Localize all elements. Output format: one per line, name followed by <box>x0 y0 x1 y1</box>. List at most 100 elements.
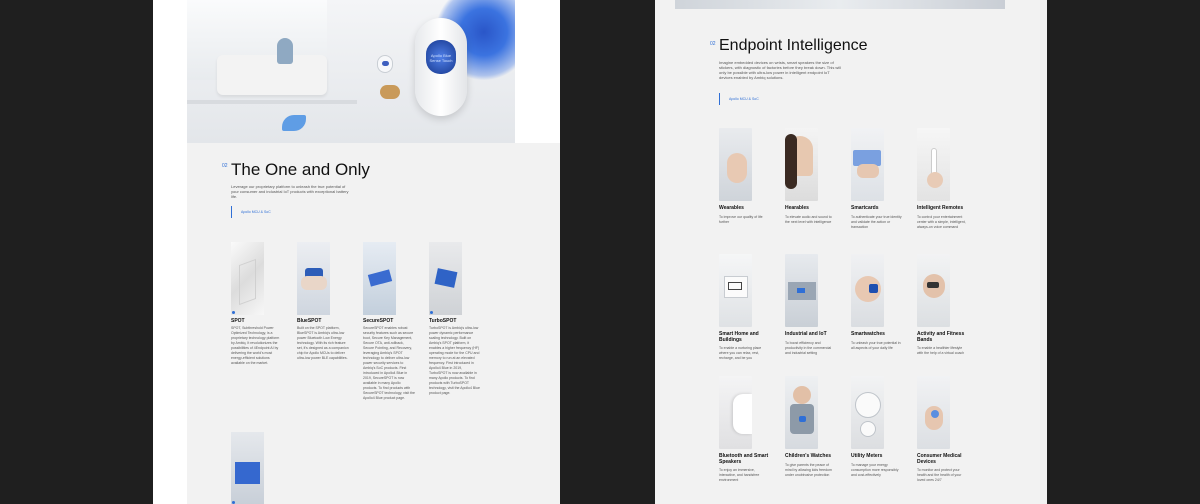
device-name: Intelligent Remotes <box>917 205 964 211</box>
smartcards-image <box>851 128 884 201</box>
turbospot-image <box>429 242 462 315</box>
smartcards-hand <box>857 164 879 178</box>
device-card-childrens-watches[interactable]: Children's Watches To give parents the p… <box>785 376 840 478</box>
section-number: 02 <box>222 163 228 169</box>
product-card-spot[interactable]: SPOT SPOT, Subthreshold Power Optimized … <box>231 242 291 366</box>
fitness-band <box>927 282 939 288</box>
wearables-wrist <box>727 153 747 183</box>
hero-table <box>187 100 357 104</box>
device-name: Smartcards <box>851 205 879 211</box>
section-number: 02 <box>710 41 716 47</box>
securespot-image <box>363 242 396 315</box>
extra-board <box>235 462 260 484</box>
device-description: To give parents the peace of mind by all… <box>785 462 832 477</box>
product-name: TurboSPOT <box>429 318 457 324</box>
child-face <box>793 386 811 404</box>
product-name: SecureSPOT <box>363 318 394 324</box>
intelligent-remotes-image <box>917 128 950 201</box>
product-description: TurboSPOT is Ambiq's ultra-low power dyn… <box>429 326 480 395</box>
spot-shape <box>239 258 256 306</box>
device-card-smartwatches[interactable]: Smartwatches To unleash your true potent… <box>851 254 906 351</box>
childrens-watches-image <box>785 376 818 449</box>
device-description: To improve our quality of life further <box>719 214 763 224</box>
product-description: Built on the SPOT platform, BlueSPOT is … <box>297 326 349 360</box>
bluespot-hand <box>301 276 327 290</box>
section-title: Endpoint Intelligence <box>719 37 868 54</box>
product-name: SPOT <box>231 318 245 324</box>
hero-speaker-screen-text: Apollo Blue Sense Touch <box>429 53 453 63</box>
device-name: Consumer Medical Devices <box>917 453 962 465</box>
extra-product-image <box>231 432 264 504</box>
device-card-hearables[interactable]: Hearables To elevate audio and sound to … <box>785 128 840 225</box>
smartwatch-face <box>869 284 878 293</box>
hero-person <box>277 38 293 64</box>
device-description: To monitor and protect your health and t… <box>917 468 962 482</box>
device-name: Bluetooth and Smart Speakers <box>719 453 769 465</box>
device-card-smart-speakers[interactable]: Bluetooth and Smart Speakers To enjoy an… <box>719 376 774 483</box>
hero-image: Apollo Blue Sense Touch <box>187 0 515 143</box>
product-description: SPOT, Subthreshold Power Optimized Techn… <box>231 326 280 365</box>
remote-hand <box>927 172 943 188</box>
industrial-indicator <box>797 288 805 293</box>
fitness-bands-image <box>917 254 950 327</box>
device-description: To unleash your true potential in all as… <box>851 340 901 350</box>
hero-small-leaf <box>282 115 306 131</box>
product-card-securespot[interactable]: SecureSPOT SecureSPOT enables robust sec… <box>363 242 423 401</box>
section-description: Leverage our proprietary platform to unl… <box>231 184 349 199</box>
device-card-industrial-iot[interactable]: Industrial and IoT To boost efficiency a… <box>785 254 840 356</box>
spot-accent-dot <box>232 311 235 314</box>
device-name: Activity and Fitness Bands <box>917 331 965 343</box>
device-description: To enable a healthier lifestyle with the… <box>917 346 965 355</box>
product-card-extra[interactable] <box>231 432 291 504</box>
device-card-fitness-bands[interactable]: Activity and Fitness Bands To enable a h… <box>917 254 972 356</box>
device-name: Hearables <box>785 205 809 211</box>
product-name: BlueSPOT <box>297 318 322 324</box>
section-description: Imagine embedded devices on wrists, smar… <box>719 60 841 80</box>
hero-speaker-screen: Apollo Blue Sense Touch <box>426 40 456 74</box>
meter-dial <box>855 392 881 418</box>
device-name: Smart Home and Buildings <box>719 331 759 343</box>
hearables-image <box>785 128 818 201</box>
speaker-shape <box>733 394 752 434</box>
wearables-image <box>719 128 752 201</box>
apollo-mcu-soc-link[interactable]: Apollo MCU & SoC <box>231 206 271 218</box>
device-card-utility-meters[interactable]: Utility Meters To manage your energy con… <box>851 376 906 478</box>
product-card-bluespot[interactable]: BlueSPOT Built on the SPOT platform, Blu… <box>297 242 357 361</box>
device-name: Children's Watches <box>785 453 832 459</box>
device-card-smart-home[interactable]: Smart Home and Buildings To enable a nur… <box>719 254 774 361</box>
hero-sofa <box>217 55 327 95</box>
securespot-board <box>367 269 393 287</box>
apollo-mcu-soc-link[interactable]: Apollo MCU & SoC <box>719 93 759 105</box>
hearables-hair <box>785 134 797 189</box>
device-card-consumer-medical[interactable]: Consumer Medical Devices To monitor and … <box>917 376 972 483</box>
product-card-turbospot[interactable]: TurboSPOT TurboSPOT is Ambiq's ultra-low… <box>429 242 489 396</box>
device-description: To boost efficiency and productivity in … <box>785 340 832 355</box>
product-description: SecureSPOT enables robust security featu… <box>363 326 416 400</box>
smart-speakers-image <box>719 376 752 449</box>
device-card-smartcards[interactable]: Smartcards To authenticate your true ide… <box>851 128 906 230</box>
device-description: To enable a nurturing place where you ca… <box>719 346 762 360</box>
device-description: To manage your energy consumption more r… <box>851 462 899 477</box>
device-name: Industrial and IoT <box>785 331 827 337</box>
device-card-intelligent-remotes[interactable]: Intelligent Remotes To control your ente… <box>917 128 972 230</box>
top-image-strip <box>675 0 1005 9</box>
device-name: Smartwatches <box>851 331 885 337</box>
smart-home-image <box>719 254 752 327</box>
left-page-panel: Apollo Blue Sense Touch 02 The One and O… <box>153 0 560 504</box>
consumer-medical-image <box>917 376 950 449</box>
child-watch <box>799 416 806 422</box>
industrial-iot-image <box>785 254 818 327</box>
hero-guitar <box>380 85 400 99</box>
right-page-panel: 02 Endpoint Intelligence Imagine embedde… <box>655 0 1047 504</box>
thermostat-digits <box>728 282 742 290</box>
device-card-wearables[interactable]: Wearables To improve our quality of life… <box>719 128 774 225</box>
device-name: Wearables <box>719 205 744 211</box>
device-description: To authenticate your true identity and v… <box>851 214 902 229</box>
device-description: To elevate audio and sound to the next l… <box>785 214 832 224</box>
device-name: Utility Meters <box>851 453 883 459</box>
medical-sensor <box>931 410 939 418</box>
device-description: To control your entertainment center wit… <box>917 214 966 229</box>
meter-dial-small <box>860 421 876 437</box>
hero-robot <box>377 55 393 73</box>
section-title: The One and Only <box>231 160 370 179</box>
